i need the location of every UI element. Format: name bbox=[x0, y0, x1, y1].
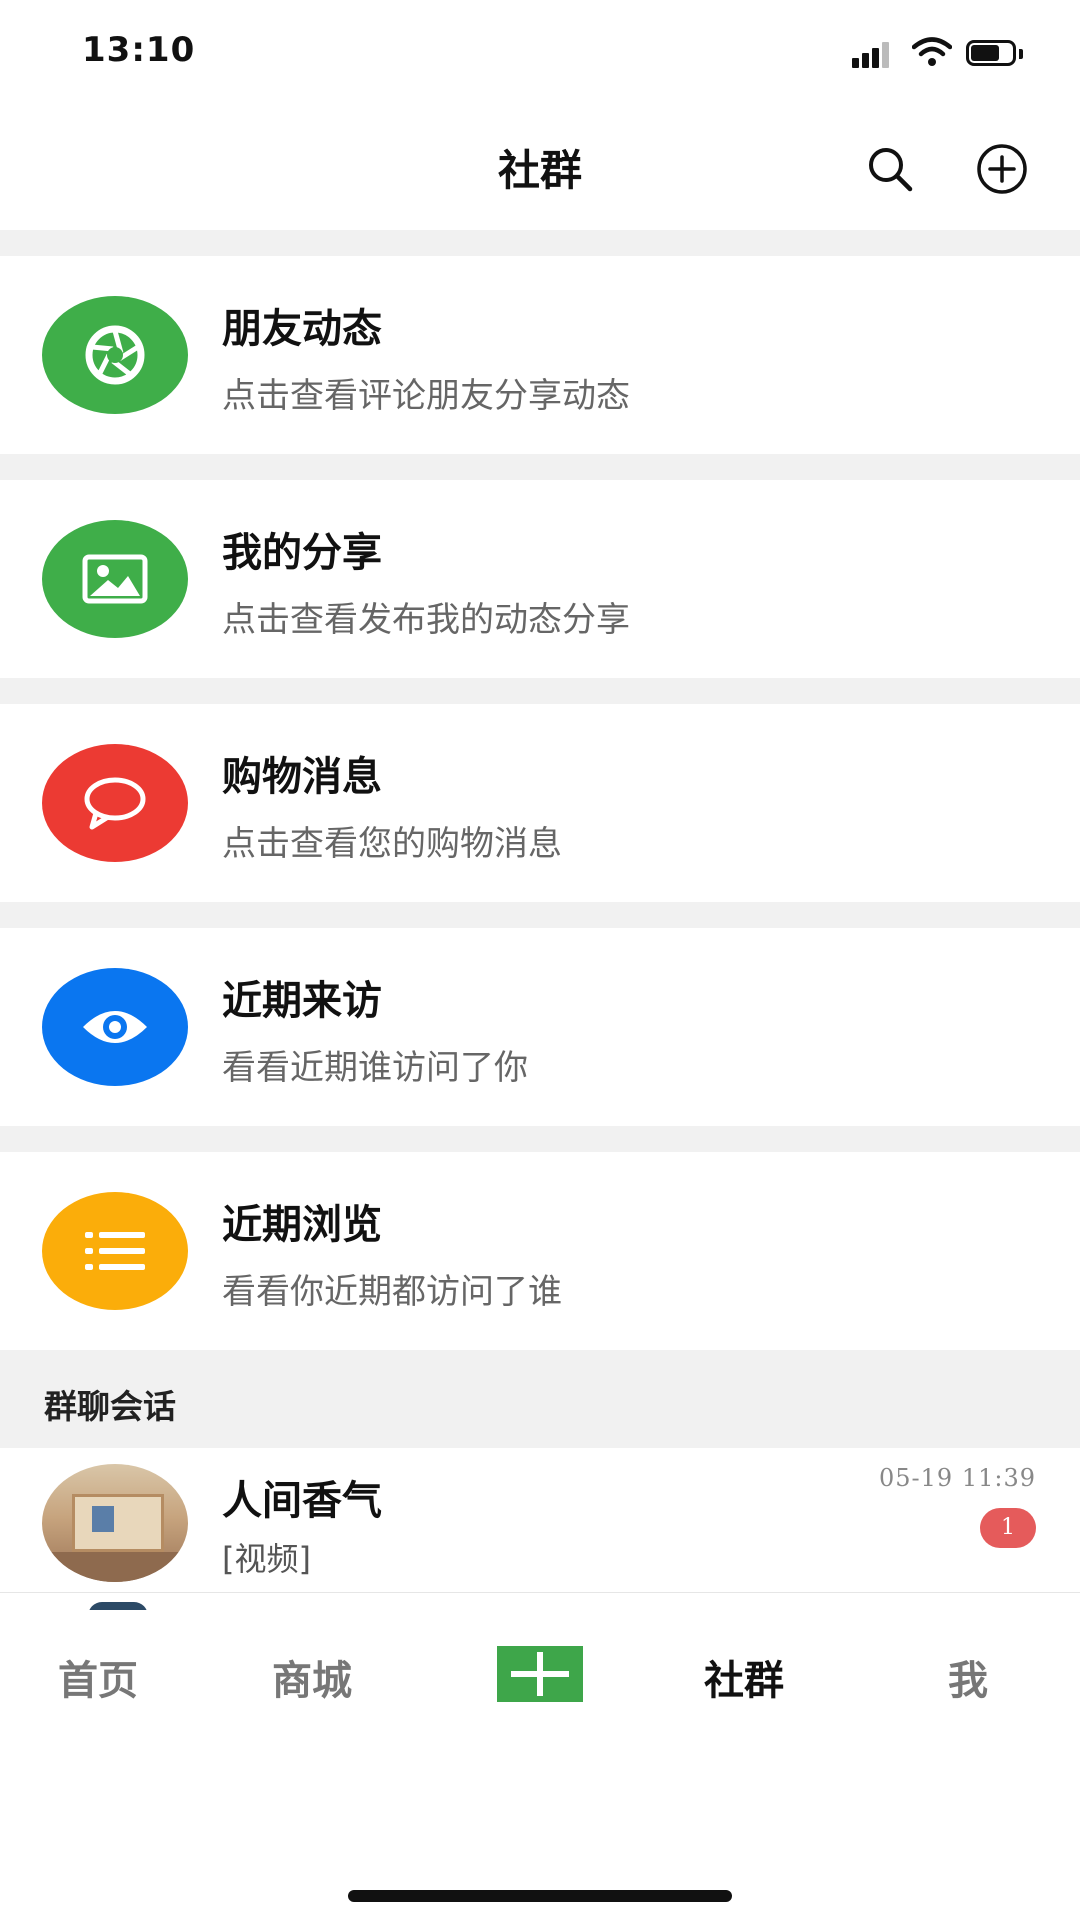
tab-bar: 首页 商城 社群 我 bbox=[0, 1610, 1080, 1740]
section-header: 群聊会话 bbox=[0, 1350, 1080, 1448]
aperture-icon bbox=[42, 296, 188, 414]
home-indicator bbox=[348, 1890, 732, 1902]
avatar bbox=[42, 1464, 188, 1582]
unread-badge: 1 bbox=[980, 1508, 1036, 1548]
tab-me[interactable]: 我 bbox=[948, 1648, 988, 1706]
divider bbox=[0, 678, 1080, 704]
entry-recent-browsing[interactable]: 近期浏览 看看你近期都访问了谁 bbox=[0, 1152, 1080, 1350]
entry-subtitle: 看看你近期都访问了谁 bbox=[222, 1272, 562, 1312]
entry-recent-visitors[interactable]: 近期来访 看看近期谁访问了你 bbox=[0, 928, 1080, 1126]
entry-title: 近期浏览 bbox=[222, 1202, 382, 1248]
chat-name: 人间香气 bbox=[222, 1478, 382, 1524]
plus-icon[interactable] bbox=[497, 1646, 583, 1702]
divider bbox=[0, 454, 1080, 480]
entry-subtitle: 看看近期谁访问了你 bbox=[222, 1048, 528, 1088]
entry-subtitle: 点击查看评论朋友分享动态 bbox=[222, 376, 630, 416]
entry-my-shares[interactable]: 我的分享 点击查看发布我的动态分享 bbox=[0, 480, 1080, 678]
image-icon bbox=[42, 520, 188, 638]
nav-bar: 社群 bbox=[0, 105, 1080, 230]
tab-mall[interactable]: 商城 bbox=[272, 1648, 352, 1706]
entry-title: 近期来访 bbox=[222, 978, 382, 1024]
page-title: 社群 bbox=[497, 146, 582, 195]
search-icon[interactable] bbox=[862, 141, 918, 197]
entry-title: 朋友动态 bbox=[222, 306, 382, 352]
section-title: 群聊会话 bbox=[44, 1387, 176, 1426]
battery-icon bbox=[966, 40, 1026, 68]
wifi-icon bbox=[912, 37, 952, 66]
chat-list-item[interactable]: 人间香气 [视频] 05-19 11:39 1 bbox=[0, 1448, 1080, 1593]
chat-last-message: [视频] bbox=[222, 1540, 311, 1578]
entry-shopping-messages[interactable]: 购物消息 点击查看您的购物消息 bbox=[0, 704, 1080, 902]
entry-friend-feed[interactable]: 朋友动态 点击查看评论朋友分享动态 bbox=[0, 256, 1080, 454]
entry-subtitle: 点击查看发布我的动态分享 bbox=[222, 600, 630, 640]
chat-time: 05-19 11:39 bbox=[879, 1464, 1036, 1492]
chat-bubble-icon bbox=[42, 744, 188, 862]
entry-subtitle: 点击查看您的购物消息 bbox=[222, 824, 562, 864]
eye-icon bbox=[42, 968, 188, 1086]
add-circle-icon[interactable] bbox=[974, 141, 1030, 197]
entry-title: 我的分享 bbox=[222, 530, 382, 576]
status-time: 13:10 bbox=[82, 30, 196, 70]
divider bbox=[0, 1126, 1080, 1152]
divider bbox=[0, 902, 1080, 928]
status-bar: 13:10 bbox=[0, 0, 1080, 105]
cellular-signal-icon bbox=[852, 42, 892, 68]
tab-home[interactable]: 首页 bbox=[58, 1648, 138, 1706]
entry-title: 购物消息 bbox=[222, 754, 382, 800]
divider bbox=[0, 230, 1080, 256]
list-icon bbox=[42, 1192, 188, 1310]
tab-community[interactable]: 社群 bbox=[704, 1648, 784, 1706]
